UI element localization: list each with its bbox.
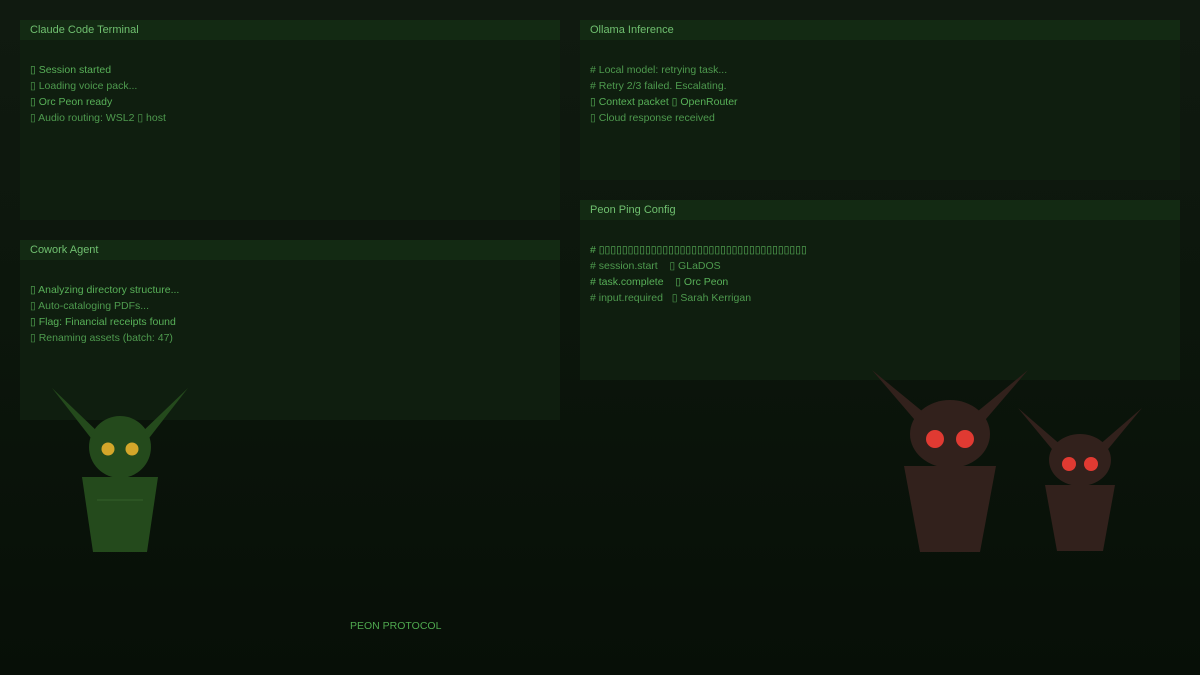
panel-body: # Local model: retrying task... # Retry … xyxy=(580,40,1180,126)
config-line: # input.required ▯ Sarah Kerrigan xyxy=(590,292,752,304)
log-line: ▯ Session started xyxy=(30,64,112,76)
orc-peon-icon xyxy=(52,388,188,552)
config-line: # task.complete ▯ Orc Peon xyxy=(590,276,729,288)
log-line: ▯ Flag: Financial receipts found xyxy=(30,316,176,328)
log-line: ▯ Loading voice pack... xyxy=(30,80,138,92)
log-line: ▯ Context packet ▯ OpenRouter xyxy=(590,96,738,108)
log-line: ▯ Renaming assets (batch: 47) xyxy=(30,332,173,344)
panel-body: ▯ Analyzing directory structure... ▯ Aut… xyxy=(20,260,560,346)
ollama-inference-panel: Ollama Inference # Local model: retrying… xyxy=(580,20,1180,180)
log-line: # Local model: retrying task... xyxy=(590,64,728,76)
footer-label: PEON PROTOCOL xyxy=(350,620,442,632)
red-eyed-imp-icon xyxy=(1018,408,1142,551)
log-line: ▯ Auto-cataloging PDFs... xyxy=(30,300,150,312)
panel-title: Cowork Agent xyxy=(20,240,560,260)
peon-ping-config-panel: Peon Ping Config # ▯▯▯▯▯▯▯▯▯▯▯▯▯▯▯▯▯▯▯▯▯… xyxy=(580,200,1180,380)
config-line: # session.start ▯ GLaDOS xyxy=(590,260,721,272)
panel-body: ▯ Session started ▯ Loading voice pack..… xyxy=(20,40,560,126)
log-line: # Retry 2/3 failed. Escalating. xyxy=(590,80,727,92)
claude-code-terminal-panel: Claude Code Terminal ▯ Session started ▯… xyxy=(20,20,560,220)
panel-title: Claude Code Terminal xyxy=(20,20,560,40)
panel-title: Ollama Inference xyxy=(580,20,1180,40)
panel-title: Peon Ping Config xyxy=(580,200,1180,220)
log-line: ▯ Audio routing: WSL2 ▯ host xyxy=(30,112,166,124)
panel-body: # ▯▯▯▯▯▯▯▯▯▯▯▯▯▯▯▯▯▯▯▯▯▯▯▯▯▯▯▯▯▯▯▯▯▯▯▯ #… xyxy=(580,220,1180,306)
config-line: # ▯▯▯▯▯▯▯▯▯▯▯▯▯▯▯▯▯▯▯▯▯▯▯▯▯▯▯▯▯▯▯▯▯▯▯▯ xyxy=(590,244,807,256)
log-line: ▯ Cloud response received xyxy=(590,112,715,124)
log-line: ▯ Analyzing directory structure... xyxy=(30,284,180,296)
log-line: ▯ Orc Peon ready xyxy=(30,96,113,108)
